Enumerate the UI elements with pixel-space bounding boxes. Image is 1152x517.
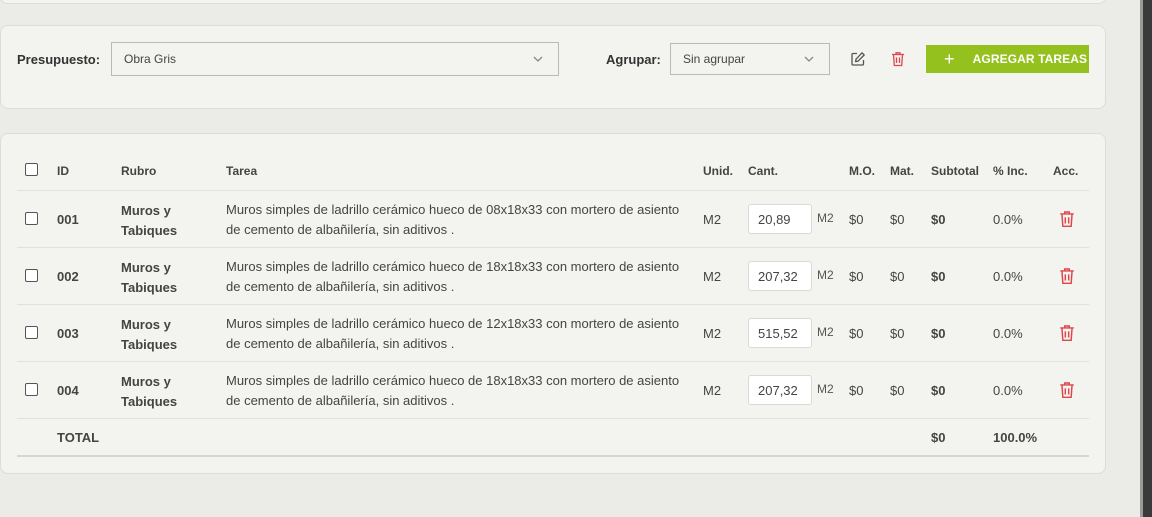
- quantity-input[interactable]: 20,89: [748, 204, 812, 234]
- row-rubro: Muros y Tabiques: [121, 317, 178, 352]
- row-inc: 0.0%: [993, 326, 1023, 341]
- edit-button[interactable]: [848, 49, 868, 69]
- row-mo: $0: [849, 326, 864, 341]
- chevron-down-icon: [533, 56, 543, 62]
- total-subtotal: $0: [931, 430, 946, 445]
- window-edge-light: [1140, 0, 1143, 517]
- tasks-table-card: ID Rubro Tarea Unid. Cant. M.O. Mat. Sub…: [0, 133, 1106, 474]
- row-tarea: Muros simples de ladrillo cerámico hueco…: [226, 202, 680, 237]
- row-subtotal: $0: [931, 383, 946, 398]
- total-inc: 100.0%: [993, 430, 1038, 445]
- select-all-checkbox[interactable]: [25, 163, 38, 176]
- quantity-input[interactable]: 515,52: [748, 318, 812, 348]
- edit-icon: [851, 52, 865, 66]
- quantity-value: 207,32: [758, 382, 798, 398]
- header-unid: Unid.: [703, 164, 733, 178]
- row-rubro: Muros y Tabiques: [121, 260, 178, 295]
- header-rubro: Rubro: [121, 164, 157, 178]
- quantity-value: 515,52: [758, 325, 798, 341]
- row-mo: $0: [849, 269, 864, 284]
- add-tasks-label: AGREGAR TAREAS: [972, 52, 1088, 66]
- quantity-value: 20,89: [758, 211, 791, 227]
- table-row: 001 Muros y Tabiques Muros simples de la…: [1, 191, 1107, 248]
- trash-icon: [892, 52, 904, 67]
- row-checkbox[interactable]: [25, 269, 38, 282]
- row-unid: M2: [703, 326, 722, 341]
- header-cant: Cant.: [748, 164, 778, 178]
- quantity-unit: M2: [817, 382, 834, 396]
- total-row: TOTAL $0 100.0%: [1, 419, 1107, 455]
- row-inc: 0.0%: [993, 383, 1023, 398]
- table-row: 003 Muros y Tabiques Muros simples de la…: [1, 305, 1107, 362]
- row-unid: M2: [703, 269, 722, 284]
- row-rubro: Muros y Tabiques: [121, 203, 178, 238]
- table-row: 004 Muros y Tabiques Muros simples de la…: [1, 362, 1107, 419]
- row-subtotal: $0: [931, 269, 946, 284]
- quantity-unit: M2: [817, 325, 834, 339]
- row-id: 003: [57, 326, 79, 341]
- row-tarea: Muros simples de ladrillo cerámico hueco…: [226, 259, 680, 294]
- quantity-value: 207,32: [758, 268, 798, 284]
- header-subtotal: Subtotal: [931, 164, 979, 178]
- header-acc: Acc.: [1053, 164, 1079, 178]
- row-tarea: Muros simples de ladrillo cerámico hueco…: [226, 316, 680, 351]
- row-mo: $0: [849, 383, 864, 398]
- delete-budget-button[interactable]: [888, 49, 908, 69]
- trash-icon[interactable]: [1059, 381, 1075, 399]
- header-inc: % Inc.: [993, 164, 1028, 178]
- trash-icon[interactable]: [1059, 324, 1075, 342]
- row-unid: M2: [703, 383, 722, 398]
- trash-icon[interactable]: [1059, 210, 1075, 228]
- row-inc: 0.0%: [993, 269, 1023, 284]
- row-mat: $0: [890, 212, 905, 227]
- row-checkbox[interactable]: [25, 383, 38, 396]
- row-id: 001: [57, 212, 79, 227]
- header-tarea: Tarea: [226, 164, 258, 178]
- row-id: 002: [57, 269, 79, 284]
- agrupar-select-value: Sin agrupar: [683, 52, 746, 66]
- row-checkbox[interactable]: [25, 326, 38, 339]
- quantity-unit: M2: [817, 268, 834, 282]
- trash-icon[interactable]: [1059, 267, 1075, 285]
- header-mat: Mat.: [890, 164, 914, 178]
- chevron-down-icon: [804, 56, 814, 62]
- quantity-unit: M2: [817, 211, 834, 225]
- row-mo: $0: [849, 212, 864, 227]
- quantity-input[interactable]: 207,32: [748, 261, 812, 291]
- agrupar-label: Agrupar:: [606, 52, 661, 67]
- add-tasks-button[interactable]: + AGREGAR TAREAS: [926, 45, 1089, 73]
- plus-icon: +: [944, 49, 955, 69]
- row-inc: 0.0%: [993, 212, 1023, 227]
- row-rubro: Muros y Tabiques: [121, 374, 178, 409]
- total-divider: [17, 455, 1089, 457]
- previous-card-edge: [0, 0, 1106, 4]
- window-edge: [1130, 0, 1152, 517]
- row-unid: M2: [703, 212, 722, 227]
- row-subtotal: $0: [931, 326, 946, 341]
- presupuesto-select-value: Obra Gris: [124, 52, 177, 66]
- row-tarea: Muros simples de ladrillo cerámico hueco…: [226, 373, 680, 408]
- row-mat: $0: [890, 326, 905, 341]
- row-checkbox[interactable]: [25, 212, 38, 225]
- presupuesto-select[interactable]: Obra Gris: [111, 42, 559, 76]
- total-label: TOTAL: [57, 430, 100, 445]
- presupuesto-label: Presupuesto:: [17, 52, 101, 67]
- row-mat: $0: [890, 383, 905, 398]
- row-subtotal: $0: [931, 212, 946, 227]
- header-id: ID: [57, 164, 69, 178]
- agrupar-select[interactable]: Sin agrupar: [670, 43, 830, 75]
- quantity-input[interactable]: 207,32: [748, 375, 812, 405]
- table-row: 002 Muros y Tabiques Muros simples de la…: [1, 248, 1107, 305]
- row-mat: $0: [890, 269, 905, 284]
- header-mo: M.O.: [849, 164, 875, 178]
- filters-card: Presupuesto: Obra Gris Agrupar: Sin agru…: [0, 25, 1106, 109]
- row-id: 004: [57, 383, 79, 398]
